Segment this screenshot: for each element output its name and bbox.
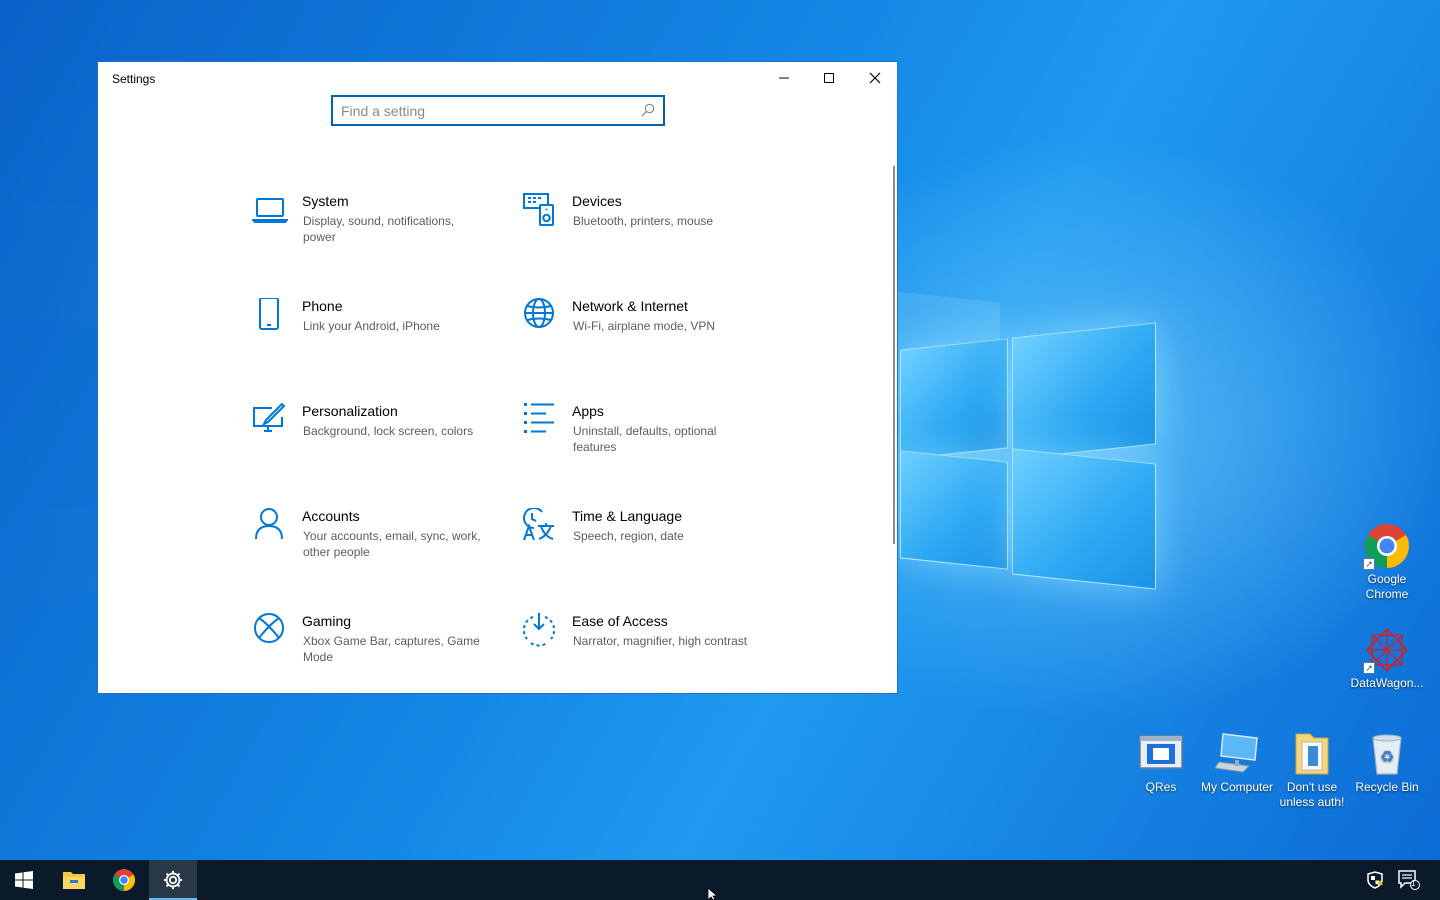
close-button[interactable] (852, 62, 898, 94)
desktop-icon-recycle-bin[interactable]: ♻ Recycle Bin (1349, 730, 1425, 795)
ease-of-access-icon (522, 613, 556, 647)
taskbar: 1 (0, 860, 1440, 900)
maximize-icon (824, 73, 834, 83)
recycle-bin-icon: ♻ (1363, 730, 1411, 778)
category-time-language[interactable]: Time & Language Speech, region, date (522, 508, 762, 578)
action-center-button[interactable]: 1 (1394, 860, 1424, 900)
settings-gear-icon (163, 870, 183, 890)
category-name: Personalization (302, 403, 398, 419)
taskbar-file-explorer[interactable] (50, 860, 98, 900)
category-name: Devices (572, 193, 622, 209)
category-accounts[interactable]: Accounts Your accounts, email, sync, wor… (252, 508, 492, 578)
category-description: Bluetooth, printers, mouse (573, 214, 714, 228)
desktop-icon-folder[interactable]: Don't use unless auth! (1274, 730, 1350, 810)
desktop-icon-label: Don't use unless auth! (1279, 780, 1345, 809)
apps-list-icon (524, 403, 554, 433)
settings-window: Settings System Display, sound, notifica… (97, 61, 898, 694)
search-input[interactable] (341, 101, 631, 121)
taskbar-settings[interactable] (149, 860, 197, 900)
minimize-icon (779, 77, 789, 79)
category-devices[interactable]: Devices Bluetooth, printers, mouse (522, 193, 762, 263)
category-name: Phone (302, 298, 343, 314)
globe-icon (524, 298, 554, 328)
category-name: Time & Language (572, 508, 682, 524)
laptop-icon (252, 198, 288, 223)
time-language-icon (523, 508, 554, 541)
chrome-icon: ↗ (1363, 522, 1411, 570)
desktop-icon-chrome[interactable]: ↗ Google Chrome (1349, 522, 1425, 602)
desktop-icon-label: QRes (1145, 780, 1177, 794)
category-personalization[interactable]: Personalization Background, lock screen,… (252, 403, 492, 473)
desktop-icon-my-computer[interactable]: My Computer (1199, 730, 1275, 795)
shortcut-arrow-icon: ↗ (1363, 558, 1375, 570)
start-icon (15, 871, 33, 889)
scrollbar[interactable] (893, 166, 895, 544)
category-network[interactable]: Network & Internet Wi-Fi, airplane mode,… (522, 298, 762, 368)
category-description: Your accounts, email, sync, work, other … (303, 529, 481, 559)
title-bar[interactable]: Settings (98, 62, 897, 94)
category-apps[interactable]: Apps Uninstall, defaults, optional featu… (522, 403, 762, 473)
search-box[interactable] (331, 95, 665, 126)
datawagon-icon: ↗ (1363, 626, 1411, 674)
category-description: Background, lock screen, colors (303, 424, 474, 438)
category-name: Ease of Access (572, 613, 668, 629)
person-icon (255, 508, 283, 540)
desktop-icon-qres[interactable]: QRes (1123, 730, 1199, 795)
category-description: Xbox Game Bar, captures, Game Mode (303, 634, 480, 664)
start-button[interactable] (0, 860, 48, 900)
desktop-icon-label: Google Chrome (1365, 572, 1409, 601)
desktop-icon-label: My Computer (1200, 780, 1274, 794)
action-center-icon (1398, 870, 1420, 890)
window-title: Settings (112, 72, 156, 86)
category-name: Gaming (302, 613, 352, 629)
category-description: Uninstall, defaults, optional features (573, 424, 717, 454)
svg-text:♻: ♻ (1380, 747, 1394, 766)
phone-icon (259, 298, 279, 330)
desktop-icon-datawagon[interactable]: ↗ DataWagon... (1349, 626, 1425, 691)
desktop-icon-label: DataWagon... (1350, 676, 1424, 690)
file-explorer-icon (63, 872, 85, 889)
category-description: Link your Android, iPhone (303, 319, 440, 333)
desktop-icon-label: Recycle Bin (1355, 780, 1419, 794)
notification-count-badge: 1 (1411, 879, 1416, 888)
category-name: Apps (572, 403, 604, 419)
shortcut-arrow-icon: ↗ (1363, 662, 1375, 674)
paint-icon (253, 403, 286, 432)
mouse-cursor-icon (708, 888, 719, 900)
category-name: Accounts (302, 508, 360, 524)
qres-icon (1137, 730, 1185, 778)
category-gaming[interactable]: Gaming Xbox Game Bar, captures, Game Mod… (252, 613, 492, 683)
category-system[interactable]: System Display, sound, notifications, po… (252, 193, 492, 263)
security-shield-icon (1367, 871, 1383, 889)
category-phone[interactable]: Phone Link your Android, iPhone (252, 298, 492, 368)
close-icon (869, 72, 881, 84)
category-description: Narrator, magnifier, high contrast (573, 634, 748, 648)
minimize-button[interactable] (761, 62, 807, 94)
wallpaper-windows-logo (900, 318, 1158, 590)
devices-icon (523, 193, 554, 226)
category-name: System (302, 193, 349, 209)
computer-icon (1213, 730, 1261, 778)
category-description: Wi-Fi, airplane mode, VPN (573, 319, 716, 333)
chrome-icon (113, 869, 135, 891)
category-description: Display, sound, notifications, power (303, 214, 455, 244)
category-ease-of-access[interactable]: Ease of Access Narrator, magnifier, high… (522, 613, 762, 683)
category-description: Speech, region, date (573, 529, 684, 543)
tray-security[interactable] (1362, 860, 1388, 900)
search-icon[interactable] (641, 103, 655, 117)
maximize-button[interactable] (806, 62, 852, 94)
category-name: Network & Internet (572, 298, 688, 314)
xbox-icon (254, 613, 284, 643)
folder-icon (1288, 730, 1336, 778)
taskbar-chrome[interactable] (100, 860, 148, 900)
